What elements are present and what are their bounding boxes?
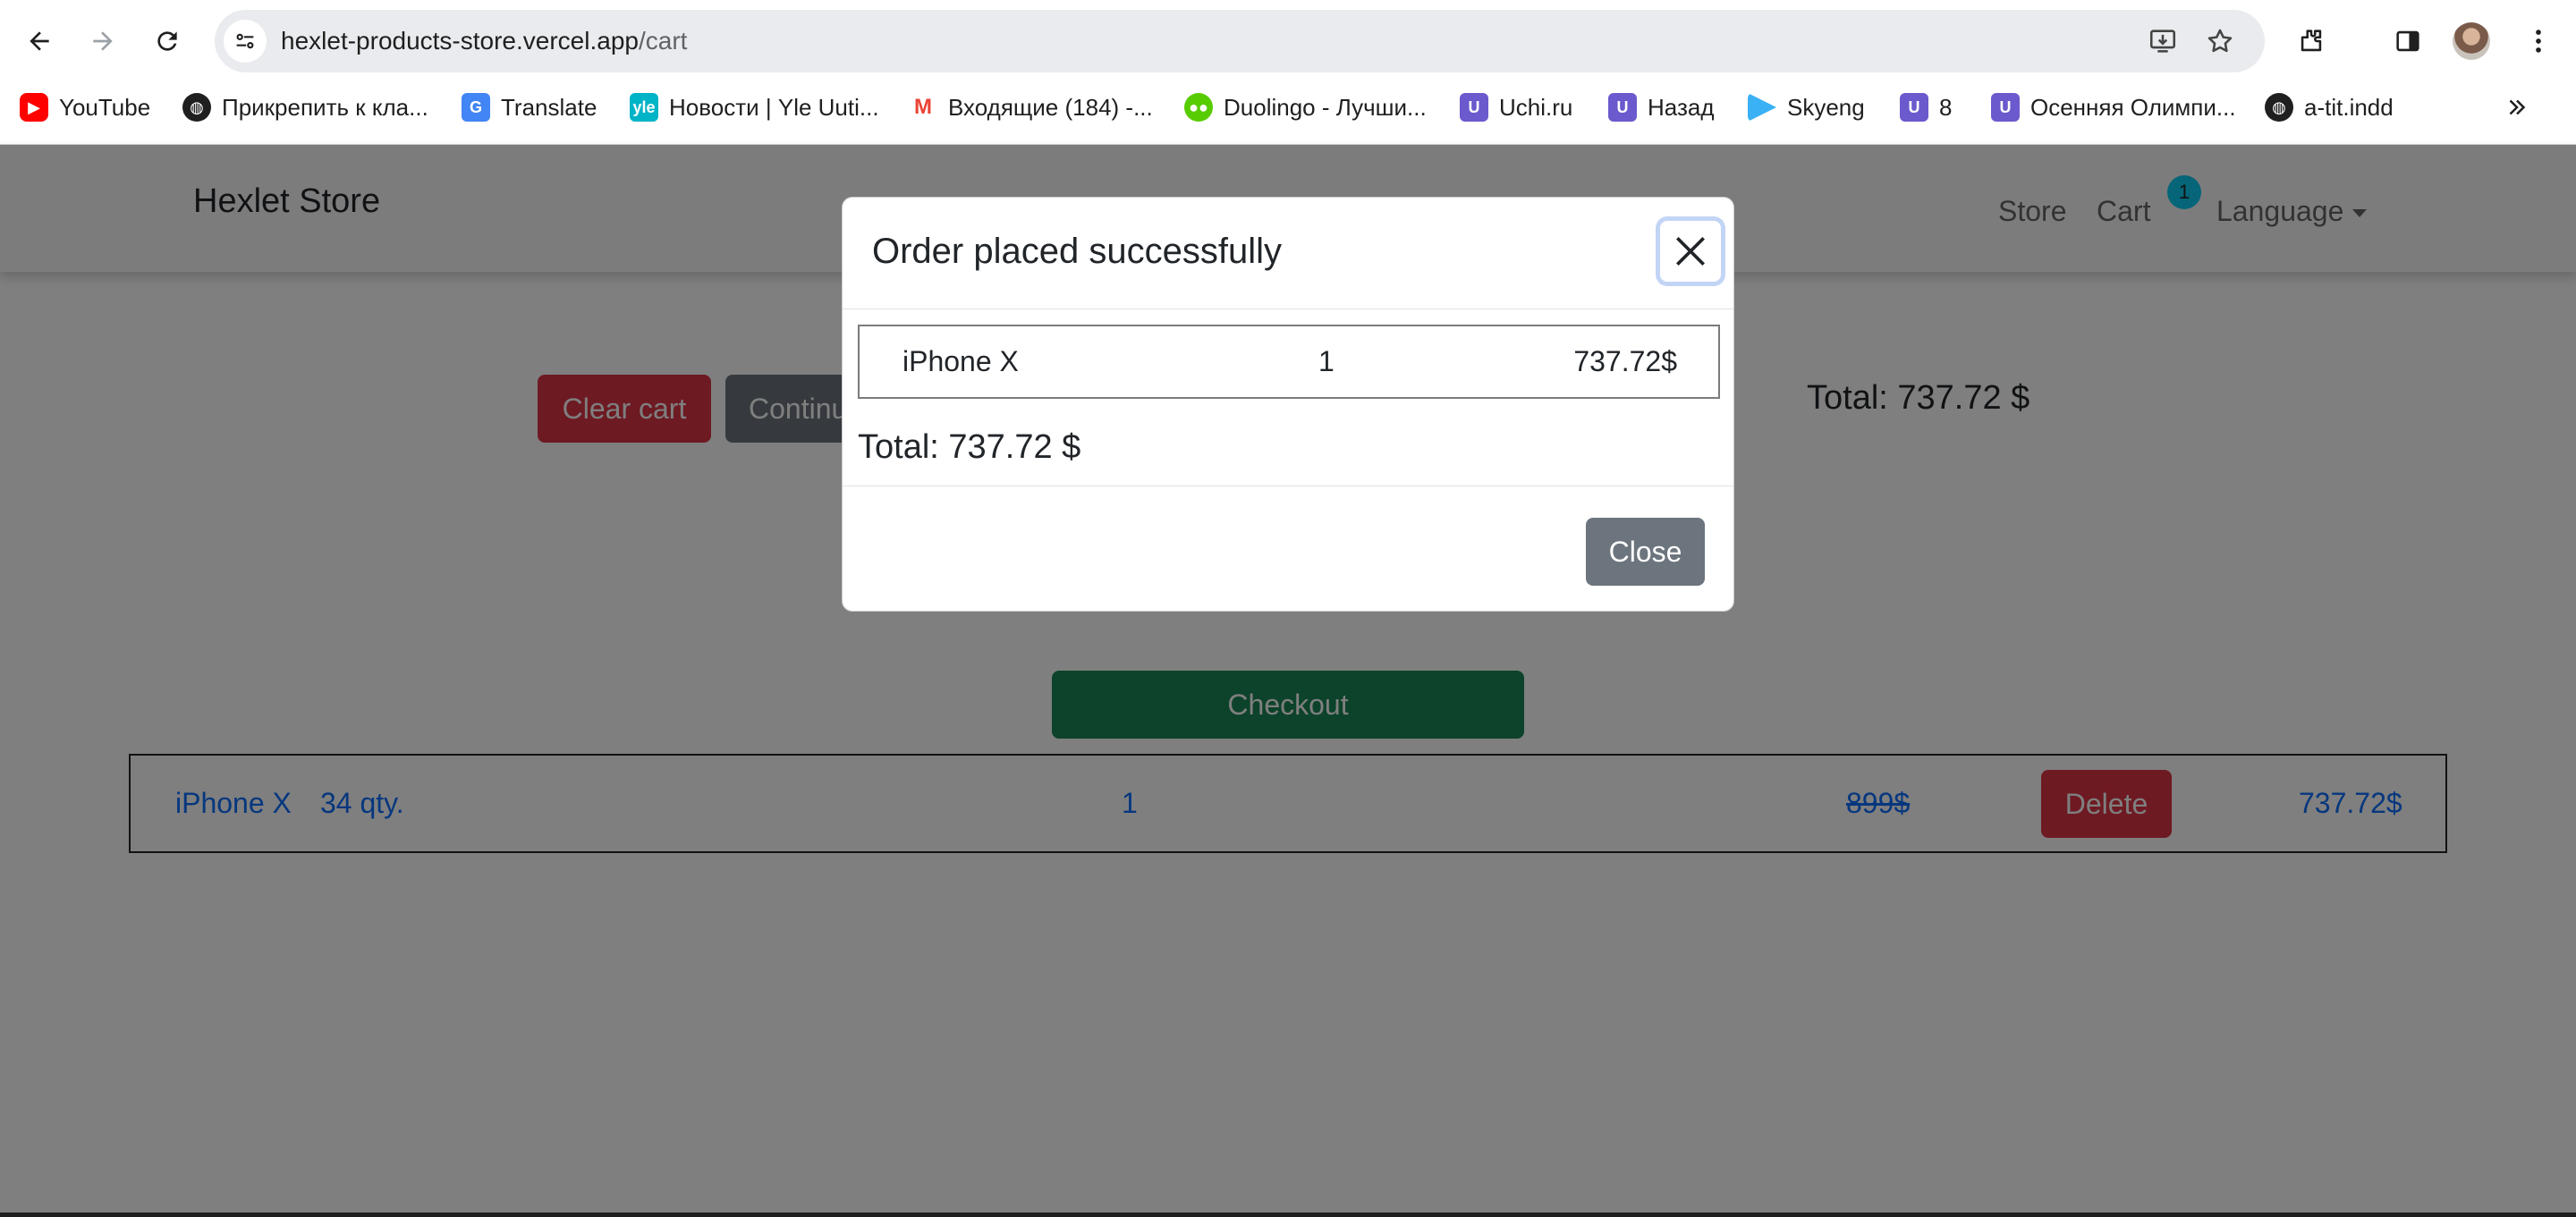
yle-icon: yle	[630, 93, 658, 122]
order-success-modal: Order placed successfully iPhone X 1 737…	[842, 197, 1734, 612]
bookmark-duolingo[interactable]: ●● Duolingo - Лучши...	[1184, 82, 1427, 132]
bookmark-a-tit[interactable]: ◍ a-tit.indd	[2265, 82, 2394, 132]
globe-icon: ◍	[182, 93, 211, 122]
modal-footer: Close	[843, 486, 1733, 613]
url-text: hexlet-products-store.vercel.app/cart	[281, 27, 688, 55]
install-app-icon[interactable]	[2147, 25, 2179, 57]
extensions-icon[interactable]	[2292, 21, 2331, 61]
side-panel-icon[interactable]	[2388, 21, 2428, 61]
order-table-row: iPhone X 1 737.72$	[858, 325, 1720, 399]
reload-icon	[157, 31, 177, 51]
bookmark-youtube[interactable]: ▶ YouTube	[20, 82, 150, 132]
bookmarks-bar: ▶ YouTube ◍ Прикрепить к кла... G Transl…	[0, 82, 2576, 145]
menu-dots-icon[interactable]	[2519, 21, 2558, 61]
arrow-right-icon	[93, 31, 113, 51]
bookmark-8[interactable]: U 8	[1900, 82, 1952, 132]
address-bar[interactable]: hexlet-products-store.vercel.app/cart	[215, 10, 2265, 72]
order-item-price: 737.72$	[1573, 345, 1677, 377]
site-info-icon[interactable]	[224, 20, 267, 63]
bookmark-back[interactable]: U Назад	[1608, 82, 1715, 132]
gmail-icon: M	[909, 93, 937, 122]
duolingo-icon: ●●	[1184, 93, 1213, 122]
bookmark-star-icon[interactable]	[2204, 25, 2236, 57]
modal-total: Total: 737.72 $	[858, 428, 1081, 466]
profile-avatar[interactable]	[2453, 22, 2490, 60]
skyeng-icon	[1748, 93, 1776, 122]
bookmark-yle[interactable]: yle Новости | Yle Uuti...	[630, 82, 879, 132]
bookmark-pin[interactable]: ◍ Прикрепить к кла...	[182, 82, 428, 132]
bookmark-gmail[interactable]: M Входящие (184) -...	[909, 82, 1153, 132]
uchi-icon: U	[1460, 93, 1488, 122]
browser-chrome: hexlet-products-store.vercel.app/cart ▶ …	[0, 0, 2576, 145]
window-bottom-edge	[0, 1213, 2576, 1217]
browser-toolbar: hexlet-products-store.vercel.app/cart	[0, 0, 2576, 82]
modal-close-button[interactable]: Close	[1586, 518, 1705, 586]
back-button[interactable]	[18, 20, 61, 63]
forward-button[interactable]	[81, 20, 124, 63]
bookmarks-overflow-icon[interactable]	[2501, 91, 2533, 123]
arrow-left-icon	[30, 31, 49, 51]
reload-button[interactable]	[146, 20, 189, 63]
modal-title: Order placed successfully	[872, 232, 1282, 271]
google-translate-icon: G	[462, 93, 490, 122]
youtube-icon: ▶	[20, 93, 48, 122]
uchi-icon: U	[1608, 93, 1637, 122]
order-item-quantity: 1	[1318, 345, 1335, 377]
modal-header: Order placed successfully	[843, 198, 1733, 309]
order-item-name: iPhone X	[902, 345, 1019, 377]
uchi-icon: U	[1991, 93, 2020, 122]
modal-close-x-button[interactable]	[1660, 221, 1721, 282]
globe-icon: ◍	[2265, 93, 2293, 122]
close-icon	[1676, 237, 1705, 266]
bookmark-uchi[interactable]: U Uchi.ru	[1460, 82, 1572, 132]
uchi-icon: U	[1900, 93, 1928, 122]
bookmark-olympiad[interactable]: U Осенняя Олимпи...	[1991, 82, 2236, 132]
bookmark-skyeng[interactable]: Skyeng	[1748, 82, 1865, 132]
bookmark-translate[interactable]: G Translate	[462, 82, 597, 132]
